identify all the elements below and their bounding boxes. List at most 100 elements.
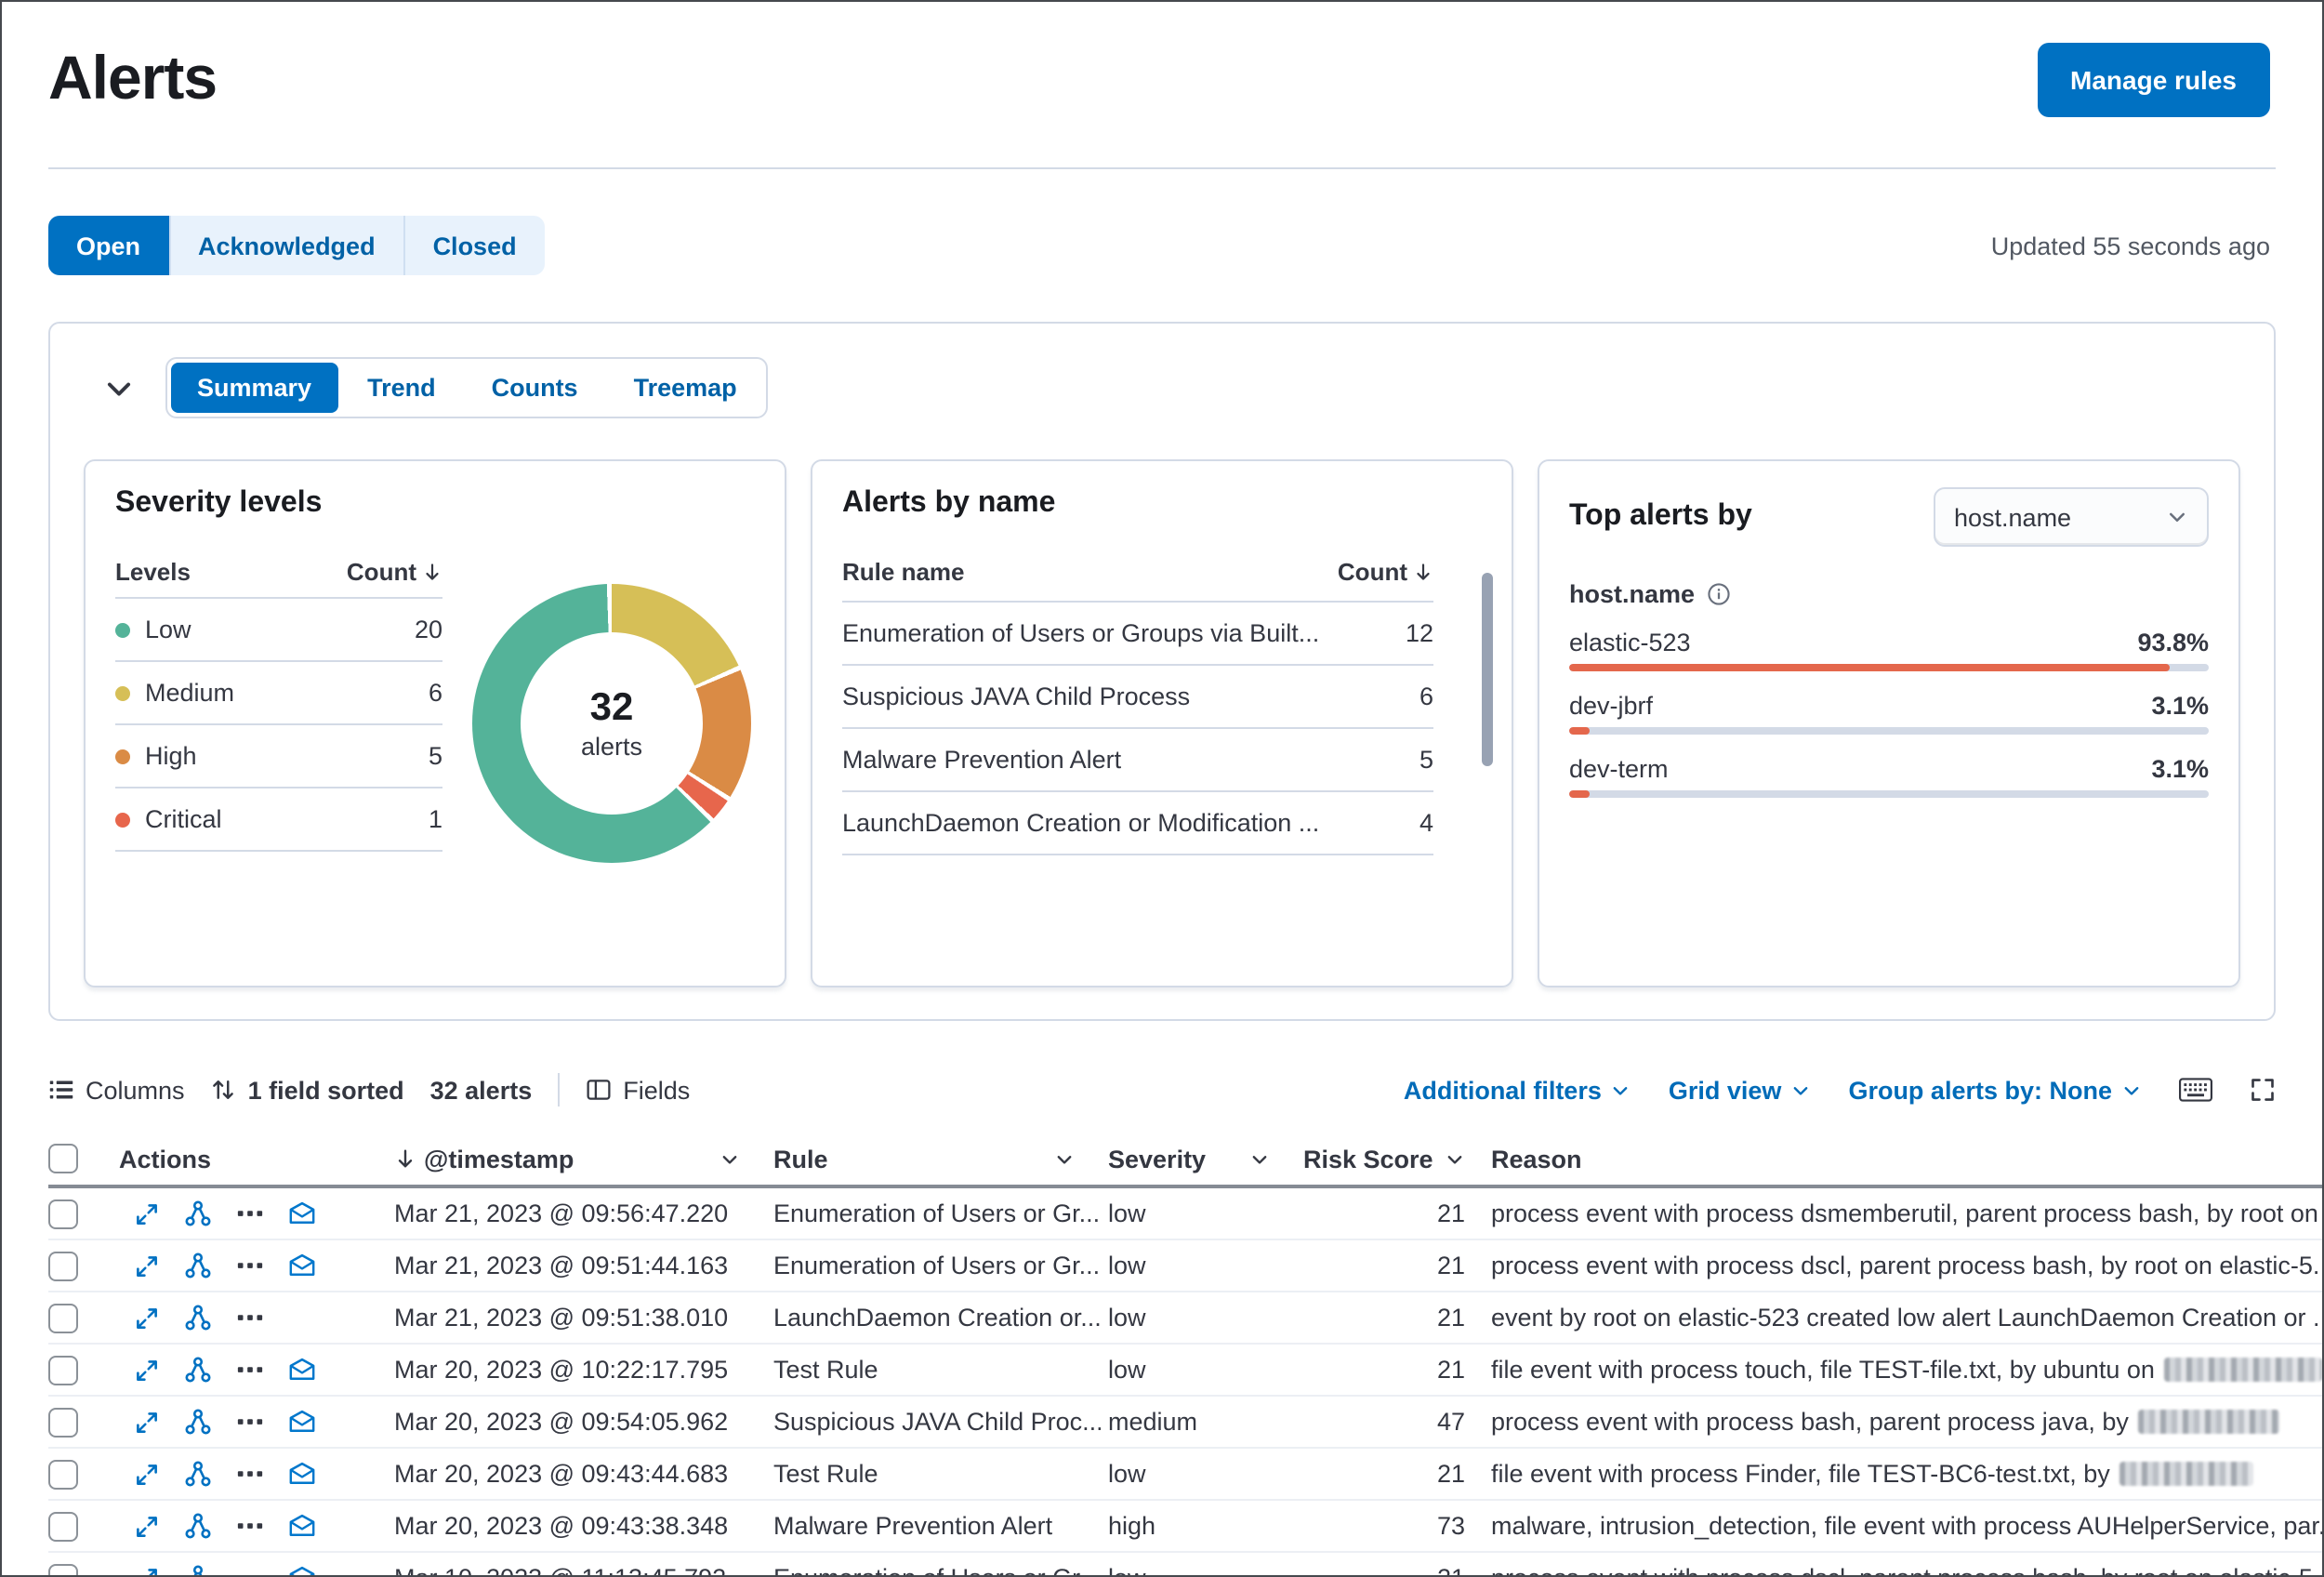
tab-counts[interactable]: Counts <box>466 363 604 413</box>
info-icon[interactable] <box>1706 582 1730 606</box>
timestamp-cell: Mar 20, 2023 @ 09:54:05.962 <box>394 1408 729 1436</box>
tab-trend[interactable]: Trend <box>341 363 462 413</box>
col-header-severity[interactable]: Severity <box>1101 1145 1296 1173</box>
select-all-checkbox[interactable] <box>48 1144 78 1173</box>
analyze-event-icon[interactable] <box>184 1304 212 1332</box>
analyze-event-icon[interactable] <box>184 1564 212 1577</box>
top-alert-item: dev-jbrf 3.1% <box>1569 692 2209 735</box>
add-to-timeline-icon[interactable] <box>288 1252 316 1279</box>
add-to-timeline-icon[interactable] <box>288 1512 316 1540</box>
fullscreen-icon[interactable] <box>2250 1077 2276 1103</box>
redacted-text <box>2137 1410 2279 1434</box>
filter-closed[interactable]: Closed <box>404 216 545 275</box>
filter-open[interactable]: Open <box>48 216 171 275</box>
abn-col-rule-name: Rule name <box>842 558 965 586</box>
severity-cell: low <box>1108 1356 1146 1384</box>
more-actions-icon[interactable] <box>236 1199 264 1227</box>
timestamp-cell: Mar 10, 2023 @ 11:13:45.792 <box>394 1564 766 1575</box>
analyze-event-icon[interactable] <box>184 1252 212 1279</box>
reason-cell: process event with process dsmemberutil,… <box>1491 1199 2318 1227</box>
table-header-row: Actions @timestamp Rule Severity Risk Sc… <box>48 1133 2322 1188</box>
filter-acknowledged[interactable]: Acknowledged <box>170 216 405 275</box>
severity-cell: low <box>1108 1199 1146 1227</box>
expand-alert-icon[interactable] <box>134 1305 160 1331</box>
sort-down-icon <box>1413 562 1433 582</box>
grid-view-button[interactable]: Grid view <box>1669 1076 1812 1104</box>
expand-alert-icon[interactable] <box>134 1513 160 1539</box>
expand-alert-icon[interactable] <box>134 1409 160 1435</box>
sort-fields-button[interactable]: 1 field sorted <box>211 1076 404 1104</box>
more-actions-icon[interactable] <box>236 1460 264 1488</box>
severity-col-count[interactable]: Count <box>347 558 442 586</box>
alert-row: Mar 20, 2023 @ 09:54:05.962 Suspicious J… <box>48 1397 2322 1449</box>
more-actions-icon[interactable] <box>236 1408 264 1436</box>
expand-alert-icon[interactable] <box>134 1461 160 1487</box>
top-alerts-title: Top alerts by <box>1569 500 1752 532</box>
top-alert-item: dev-term 3.1% <box>1569 755 2209 798</box>
alerts-table: Actions @timestamp Rule Severity Risk Sc… <box>48 1133 2322 1577</box>
chevron-down-icon <box>2166 506 2188 528</box>
more-actions-icon[interactable] <box>236 1304 264 1332</box>
top-alerts-field-select[interactable]: host.name <box>1934 487 2209 547</box>
columns-button[interactable]: Columns <box>48 1076 185 1104</box>
add-to-timeline-icon[interactable] <box>288 1564 316 1577</box>
expand-alert-icon[interactable] <box>134 1565 160 1577</box>
add-to-timeline-icon[interactable] <box>288 1460 316 1488</box>
keyboard-shortcuts-icon[interactable] <box>2179 1077 2212 1103</box>
abn-col-count[interactable]: Count <box>1338 558 1433 586</box>
sorted-down-icon <box>394 1147 416 1170</box>
fields-button[interactable]: Fields <box>586 1076 690 1104</box>
severity-cell: low <box>1108 1304 1146 1332</box>
analyze-event-icon[interactable] <box>184 1512 212 1540</box>
col-header-reason: Reason <box>1491 1145 1582 1173</box>
group-alerts-button[interactable]: Group alerts by: None <box>1848 1076 2142 1104</box>
analyze-event-icon[interactable] <box>184 1408 212 1436</box>
more-actions-icon[interactable] <box>236 1564 264 1575</box>
col-header-timestamp[interactable]: @timestamp <box>394 1145 766 1173</box>
columns-list-icon <box>48 1077 74 1103</box>
row-checkbox[interactable] <box>48 1407 78 1437</box>
analyze-event-icon[interactable] <box>184 1460 212 1488</box>
risk-score-cell: 21 <box>1296 1564 1491 1575</box>
col-header-risk-score[interactable]: Risk Score <box>1296 1145 1491 1173</box>
progress-bar <box>1569 727 2209 735</box>
expand-alert-icon[interactable] <box>134 1200 160 1226</box>
row-checkbox[interactable] <box>48 1459 78 1489</box>
more-actions-icon[interactable] <box>236 1356 264 1384</box>
chevron-down-icon <box>1054 1148 1075 1169</box>
severity-row-high: High 5 <box>115 725 442 788</box>
more-actions-icon[interactable] <box>236 1512 264 1540</box>
row-checkbox[interactable] <box>48 1563 78 1575</box>
expand-alert-icon[interactable] <box>134 1357 160 1383</box>
tab-treemap[interactable]: Treemap <box>608 363 763 413</box>
analyze-event-icon[interactable] <box>184 1356 212 1384</box>
reason-cell: file event with process Finder, file TES… <box>1491 1460 2322 1488</box>
analyze-event-icon[interactable] <box>184 1199 212 1227</box>
add-to-timeline-icon[interactable] <box>288 1199 316 1227</box>
row-checkbox[interactable] <box>48 1511 78 1541</box>
abn-row: Suspicious JAVA Child Process 6 <box>842 666 1433 729</box>
scrollbar-thumb[interactable] <box>1482 573 1493 766</box>
row-checkbox[interactable] <box>48 1303 78 1332</box>
donut-total-label: alerts <box>580 733 642 761</box>
additional-filters-button[interactable]: Additional filters <box>1404 1076 1631 1104</box>
alerts-by-name-card: Alerts by name Rule name Count Enumerati… <box>811 459 1513 987</box>
critical-dot-icon <box>115 812 130 827</box>
timestamp-cell: Mar 20, 2023 @ 09:43:44.683 <box>394 1460 729 1488</box>
row-checkbox[interactable] <box>48 1251 78 1280</box>
col-header-rule[interactable]: Rule <box>766 1145 1101 1173</box>
manage-rules-button[interactable]: Manage rules <box>2037 43 2270 117</box>
collapse-chevron-icon[interactable] <box>102 371 136 404</box>
row-checkbox[interactable] <box>48 1355 78 1385</box>
tab-summary[interactable]: Summary <box>171 363 338 413</box>
timestamp-cell: Mar 21, 2023 @ 09:51:38.010 <box>394 1304 729 1332</box>
expand-alert-icon[interactable] <box>134 1252 160 1279</box>
alerts-page: Alerts Manage rules Open Acknowledged Cl… <box>0 0 2324 1577</box>
add-to-timeline-icon[interactable] <box>288 1356 316 1384</box>
severity-donut-chart[interactable]: 32 alerts <box>472 584 751 863</box>
top-alerts-card: Top alerts by host.name host.name elasti… <box>1538 459 2240 987</box>
rule-cell: Malware Prevention Alert <box>773 1512 1053 1540</box>
add-to-timeline-icon[interactable] <box>288 1408 316 1436</box>
row-checkbox[interactable] <box>48 1199 78 1228</box>
more-actions-icon[interactable] <box>236 1252 264 1279</box>
